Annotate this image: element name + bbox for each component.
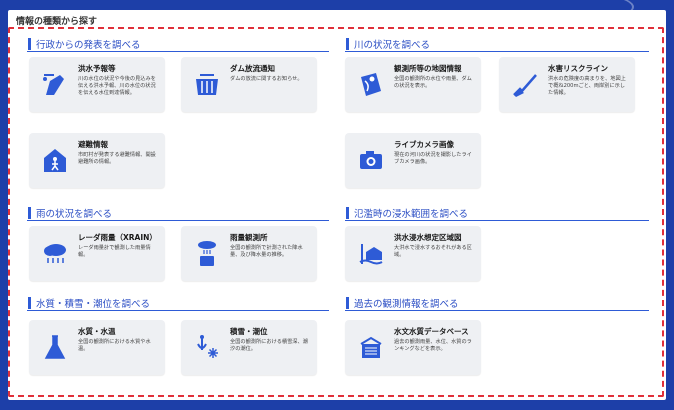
water-quality-icon [38,330,72,364]
card-desc: レーダ雨量計で観測した雨量情報。 [78,245,151,258]
card-desc: 洪水の危険度の高まりを、地図上で概ね200mごと、両岸別に示した情報。 [548,76,626,96]
inundation-map-icon [354,236,388,270]
card-evacuation[interactable]: 避難情報市町村が発表する避難情報、開設避難所の情報。 [29,133,165,188]
card-desc: 市町村が発表する避難情報、開設避難所の情報。 [78,152,156,165]
rain-gauge-icon [190,236,224,270]
card-desc: 全国の観測所における積雪深、潮汐の潮位。 [230,339,308,352]
card-desc: 現在の河川の状況を撮影したライブカメラ画像。 [394,152,472,165]
card-title: レーダ雨量（XRAIN） [78,233,157,242]
panel-title: 情報の種類から探す [16,17,98,27]
radar-rain-icon [38,236,72,270]
card-title: ライブカメラ画像 [394,140,454,149]
evacuation-icon [38,143,72,177]
card-desc: 全国の観測所で計測された降水量、及び降水量の推移。 [230,245,303,258]
card-dam-release[interactable]: ダム放流通知ダムの放流に関するお知らせ。 [181,57,317,112]
card-database[interactable]: 水文水質データベース過去の観測雨量、水位、水質のランキングなどを表示。 [345,320,481,375]
camera-icon [354,143,388,177]
flood-forecast-icon [38,67,72,101]
card-title: 避難情報 [78,140,108,149]
search-by-info-type-panel: 情報の種類から探す 行政からの発表を調べる 洪水予報等川の水位の状況や今後の見込… [8,10,666,400]
card-title: ダム放流通知 [230,64,275,73]
card-risk-line[interactable]: 水害リスクライン洪水の危険度の高まりを、地図上で概ね200mごと、両岸別に示した… [499,57,635,112]
card-desc: ダムの放流に関するお知らせ。 [230,76,303,82]
section-rain: 雨の状況を調べる [27,206,329,221]
section-title: 過去の観測情報を調べる [354,299,459,310]
card-desc: 過去の観測雨量、水位、水質のランキングなどを表示。 [394,339,472,352]
card-water-quality[interactable]: 水質・水温全国の観測所における水質や水温。 [29,320,165,375]
section-title: 行政からの発表を調べる [36,40,141,51]
card-map-info[interactable]: 観測所等の地図情報全国の観測所の水位や雨量、ダムの状況を表示。 [345,57,481,112]
card-desc: 大洪水で浸水するおそれがある区域。 [394,245,472,258]
section-past-observation: 過去の観測情報を調べる [345,296,649,311]
card-title: 水害リスクライン [548,64,608,73]
card-title: 水質・水温 [78,327,116,336]
card-title: 洪水予報等 [78,64,116,73]
card-flood-forecast[interactable]: 洪水予報等川の水位の状況や今後の見込みを伝える洪水予報、川の水位の状況を伝える水… [29,57,165,112]
card-title: 雨量観測所 [230,233,268,242]
section-inundation: 氾濫時の浸水範囲を調べる [345,206,649,221]
card-title: 洪水浸水想定区域図 [394,233,462,242]
section-title: 氾濫時の浸水範囲を調べる [354,209,469,220]
snow-tide-icon [190,330,224,364]
card-live-camera[interactable]: ライブカメラ画像現在の河川の状況を撮影したライブカメラ画像。 [345,133,481,188]
section-title: 雨の状況を調べる [36,209,113,220]
risk-line-icon [508,67,542,101]
card-inundation-map[interactable]: 洪水浸水想定区域図大洪水で浸水するおそれがある区域。 [345,226,481,281]
section-river: 川の状況を調べる [345,37,649,52]
section-water-quality: 水質・積雪・潮位を調べる [27,296,329,311]
card-desc: 川の水位の状況や今後の見込みを伝える洪水予報、川の水位の状況を伝える水位到達情報… [78,76,156,96]
card-radar-rain[interactable]: レーダ雨量（XRAIN） レーダ雨量計で観測した雨量情報。 [29,226,165,281]
card-title: 水文水質データベース [394,327,469,336]
section-title: 川の状況を調べる [354,40,431,51]
card-snow-tide[interactable]: 積雪・潮位全国の観測所における積雪深、潮汐の潮位。 [181,320,317,375]
section-title: 水質・積雪・潮位を調べる [36,299,151,310]
card-rain-gauge[interactable]: 雨量観測所全国の観測所で計測された降水量、及び降水量の推移。 [181,226,317,281]
card-title: 積雪・潮位 [230,327,268,336]
section-administrative: 行政からの発表を調べる [27,37,329,52]
card-title: 観測所等の地図情報 [394,64,462,73]
card-desc: 全国の観測所の水位や雨量、ダムの状況を表示。 [394,76,472,89]
database-icon [354,330,388,364]
dam-release-icon [190,67,224,101]
card-desc: 全国の観測所における水質や水温。 [78,339,151,352]
map-info-icon [354,67,388,101]
